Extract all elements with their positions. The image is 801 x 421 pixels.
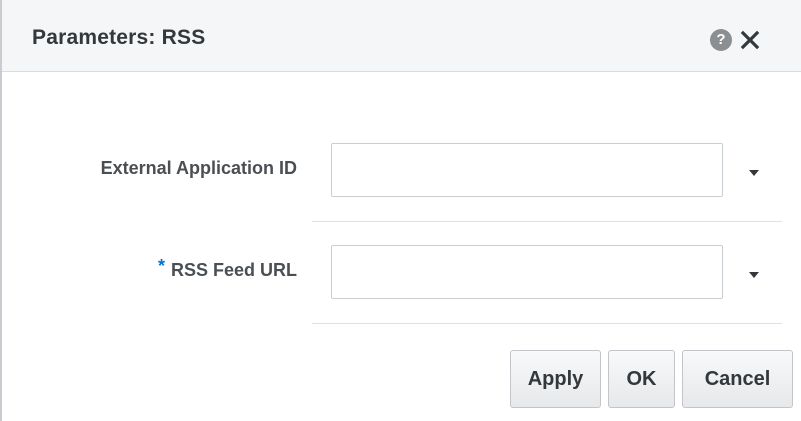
external-application-id-input[interactable] [331, 143, 723, 197]
cancel-button[interactable]: Cancel [682, 350, 793, 408]
field-separator [312, 323, 782, 324]
rss-feed-url-dropdown-icon[interactable] [746, 268, 762, 280]
rss-feed-url-label-text: RSS Feed URL [170, 260, 297, 280]
parameters-dialog: Parameters: RSS ? External Application I… [0, 0, 801, 421]
external-application-id-dropdown-icon[interactable] [746, 166, 762, 178]
field-separator [312, 221, 782, 222]
apply-button[interactable]: Apply [510, 350, 601, 408]
rss-feed-url-label: * RSS Feed URL [158, 256, 297, 281]
external-application-id-label: External Application ID [100, 158, 297, 178]
rss-feed-url-input[interactable] [331, 245, 723, 299]
ok-button[interactable]: OK [608, 350, 675, 408]
dialog-header: Parameters: RSS ? [2, 0, 801, 72]
close-icon[interactable] [738, 26, 762, 52]
required-marker: * [157, 256, 165, 276]
dialog-title: Parameters: RSS [32, 26, 206, 49]
help-icon[interactable]: ? [710, 29, 732, 51]
